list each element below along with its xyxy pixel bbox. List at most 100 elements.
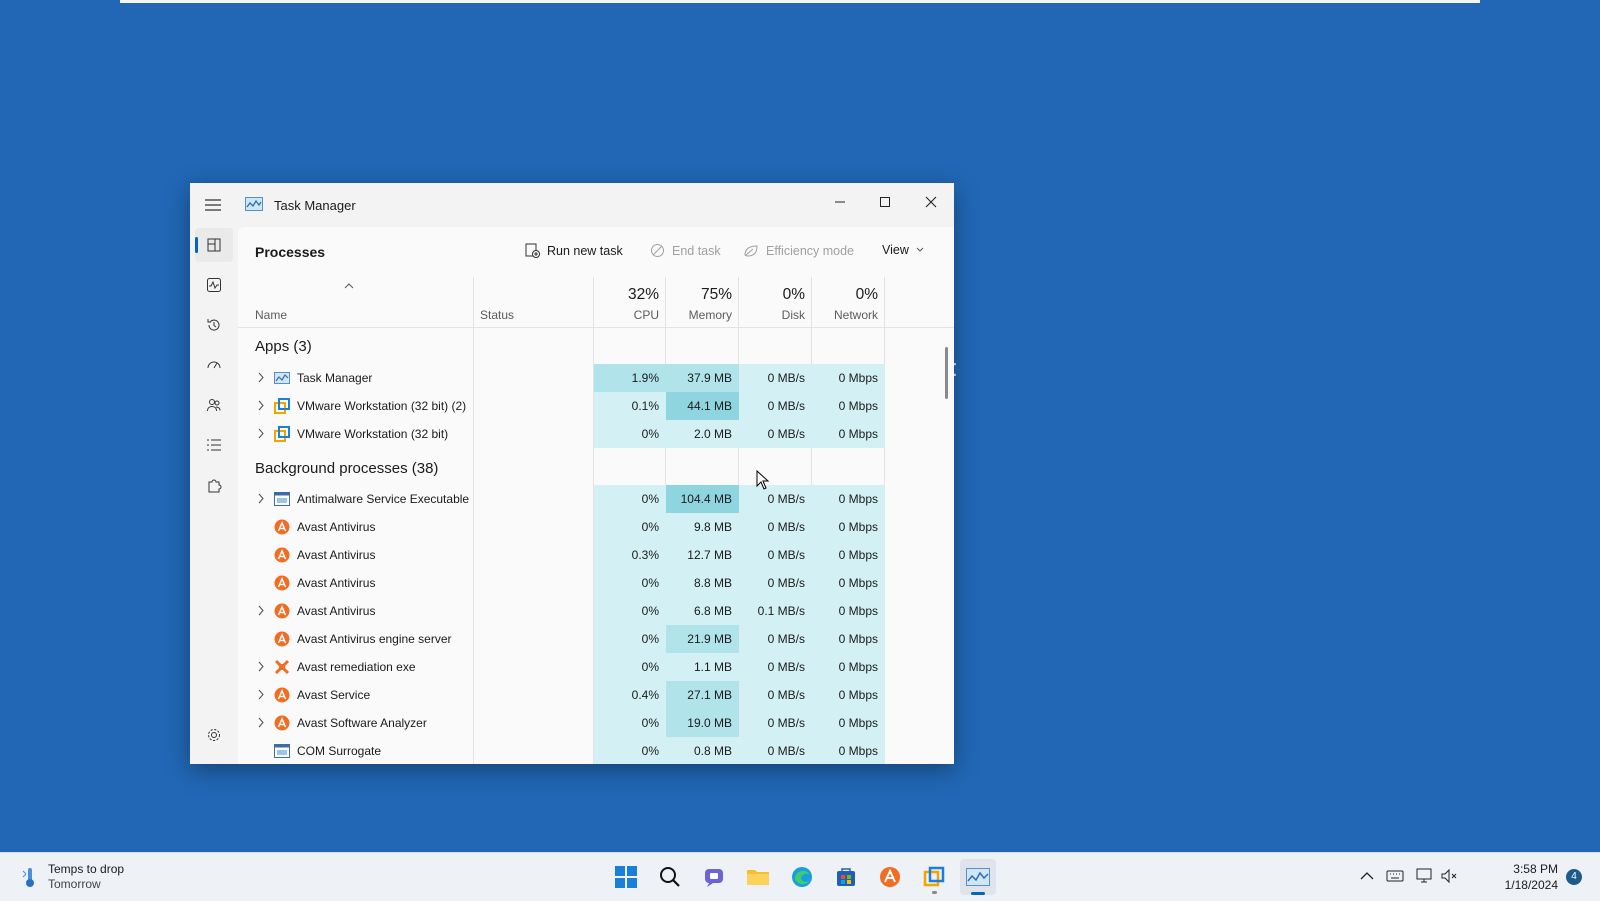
vertical-scrollbar[interactable] — [945, 347, 948, 399]
process-row[interactable]: Avast Service 0.4% 27.1 MB 0 MB/s 0 Mbps — [238, 681, 885, 709]
network-value: 0 Mbps — [812, 513, 885, 541]
memory-value: 2.0 MB — [666, 420, 739, 448]
nav-performance[interactable] — [195, 268, 233, 302]
weather-widget[interactable]: Temps to drop Tomorrow — [20, 862, 124, 892]
nav-services[interactable] — [195, 468, 233, 502]
nav-processes[interactable] — [195, 228, 233, 262]
maximize-button[interactable] — [863, 189, 907, 215]
chevron-right-icon[interactable] — [257, 372, 265, 383]
disk-value: 0 MB/s — [739, 392, 812, 420]
memory-label: Memory — [688, 308, 732, 322]
command-bar: Processes Run new task End task Efficien… — [238, 227, 954, 277]
process-row[interactable]: COM Surrogate 0% 0.8 MB 0 MB/s 0 Mbps — [238, 737, 885, 764]
process-name: Avast remediation exe — [297, 660, 416, 674]
process-row[interactable]: Avast remediation exe 0% 1.1 MB 0 MB/s 0 Mbp… — [238, 653, 885, 681]
column-status[interactable]: Status — [480, 308, 514, 322]
gear-icon — [208, 729, 220, 741]
network-icon[interactable] — [1416, 867, 1434, 885]
start-button[interactable] — [608, 859, 644, 895]
chevron-right-icon[interactable] — [257, 689, 265, 700]
vmware-button[interactable] — [916, 859, 952, 895]
run-new-task-button[interactable]: Run new task — [525, 243, 623, 258]
close-button[interactable] — [909, 189, 953, 215]
disk-value: 0 MB/s — [739, 625, 812, 653]
search-icon — [660, 867, 680, 887]
chevron-right-icon[interactable] — [257, 717, 265, 728]
process-row[interactable]: VMware Workstation (32 bit) (2) 0.1% 44.1 … — [238, 392, 885, 420]
volume-muted-icon[interactable] — [1440, 867, 1458, 885]
chevron-right-icon[interactable] — [257, 605, 265, 616]
taskbar: Temps to drop Tomorrow 3:58 PM 1/18/2024… — [0, 852, 1600, 901]
folder-icon — [747, 870, 769, 885]
column-headers: Name Status 32% CPU 75% Memory 0% Disk 0… — [238, 277, 954, 328]
keyboard-icon[interactable] — [1386, 869, 1404, 883]
network-value: 0 Mbps — [812, 597, 885, 625]
clock[interactable]: 3:58 PM 1/18/2024 — [1505, 861, 1558, 893]
nav-details[interactable] — [195, 428, 233, 462]
chevron-up-icon[interactable] — [1360, 871, 1374, 881]
minimize-button[interactable] — [818, 189, 862, 215]
process-row[interactable]: Avast Antivirus 0% 9.8 MB 0 MB/s 0 Mbps — [238, 513, 885, 541]
end-task-button[interactable]: End task — [650, 243, 721, 258]
cpu-value: 0% — [594, 513, 666, 541]
cpu-value: 0.4% — [594, 681, 666, 709]
chevron-right-icon[interactable] — [257, 661, 265, 672]
process-row[interactable]: Avast Antivirus 0.3% 12.7 MB 0 MB/s 0 Mbps — [238, 541, 885, 569]
thermometer-icon — [22, 868, 34, 887]
disk-percent: 0% — [782, 286, 805, 303]
process-name: VMware Workstation (32 bit) — [297, 427, 449, 441]
network-label: Network — [833, 308, 878, 322]
file-explorer-button[interactable] — [740, 859, 776, 895]
teams-chat-button[interactable] — [696, 859, 732, 895]
memory-value: 104.4 MB — [666, 485, 739, 513]
store-button[interactable] — [828, 859, 864, 895]
cpu-label: CPU — [633, 308, 659, 322]
task-manager-taskbar-button[interactable] — [960, 859, 996, 895]
column-name[interactable]: Name — [255, 308, 287, 322]
process-row[interactable]: Antimalware Service Executable 0% 104.4 MB… — [238, 485, 885, 513]
service-window-icon — [274, 492, 290, 506]
chevron-right-icon[interactable] — [257, 428, 265, 439]
task-manager-icon — [274, 372, 290, 384]
title-bar[interactable]: Task Manager — [190, 183, 954, 227]
disk-label: Disk — [781, 308, 805, 322]
performance-icon — [207, 278, 221, 292]
disk-value: 0 MB/s — [739, 681, 812, 709]
mouse-cursor-icon — [756, 470, 770, 490]
background-window-edge — [120, 0, 1480, 3]
disk-value: 0 MB/s — [739, 653, 812, 681]
hamburger-menu-icon[interactable] — [202, 195, 224, 215]
chevron-right-icon[interactable] — [257, 400, 265, 411]
disk-value: 0 MB/s — [739, 569, 812, 597]
process-row[interactable]: VMware Workstation (32 bit) 0% 2.0 MB 0 MB/… — [238, 420, 885, 448]
view-dropdown[interactable]: View — [882, 243, 924, 257]
notification-badge[interactable]: 4 — [1566, 869, 1582, 885]
process-row[interactable]: Avast Antivirus 0% 6.8 MB 0.1 MB/s 0 Mbps — [238, 597, 885, 625]
edge-button[interactable] — [784, 859, 820, 895]
process-row[interactable]: Task Manager 1.9% 37.9 MB 0 MB/s 0 Mbps — [238, 364, 885, 392]
nav-app-history[interactable] — [195, 308, 233, 342]
memory-value: 9.8 MB — [666, 513, 739, 541]
search-button[interactable] — [652, 859, 688, 895]
process-row[interactable]: Avast Software Analyzer 0% 19.0 MB 0 MB/s 0 … — [238, 709, 885, 737]
weather-line-1: Temps to drop — [48, 862, 125, 876]
navigation-rail — [190, 227, 238, 764]
vmware-icon — [923, 866, 945, 887]
process-row[interactable]: Avast Antivirus 0% 8.8 MB 0 MB/s 0 Mbps — [238, 569, 885, 597]
vmware-icon — [274, 426, 290, 442]
store-icon — [837, 868, 855, 886]
vmware-icon — [274, 398, 290, 414]
processes-icon — [207, 238, 221, 252]
sort-up-icon[interactable] — [344, 283, 354, 289]
process-row[interactable]: Avast Antivirus engine server 0% 21.9 MB 0 … — [238, 625, 885, 653]
users-icon — [207, 399, 221, 412]
nav-startup-apps[interactable] — [195, 348, 233, 382]
chevron-right-icon[interactable] — [257, 493, 265, 504]
nav-users[interactable] — [195, 388, 233, 422]
nav-settings[interactable] — [195, 718, 233, 752]
efficiency-mode-button[interactable]: Efficiency mode — [743, 243, 854, 258]
disk-value: 0 MB/s — [739, 485, 812, 513]
avast-button[interactable] — [872, 859, 908, 895]
disk-value: 0 MB/s — [739, 420, 812, 448]
run-new-task-label: Run new task — [547, 243, 623, 258]
